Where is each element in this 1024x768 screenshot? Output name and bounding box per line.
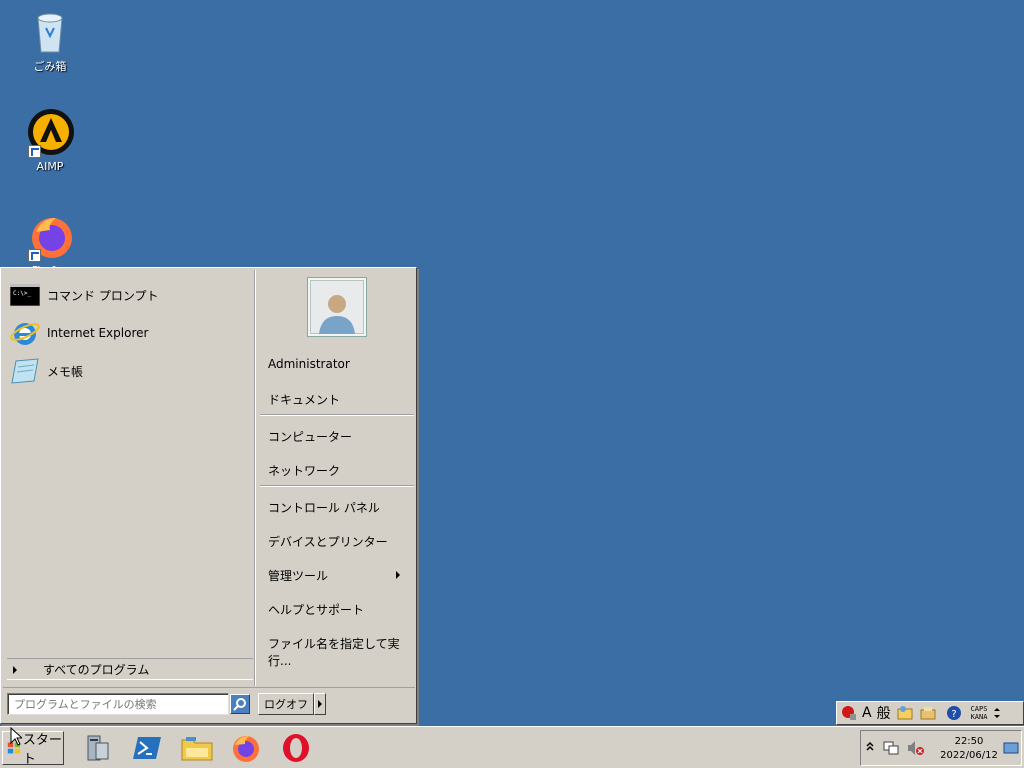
powershell-icon [133,737,161,759]
menu-item-network[interactable]: ネットワーク [268,462,340,479]
svg-text:C:\>_: C:\>_ [13,290,31,297]
menu-item-control-panel[interactable]: コントロール パネル [268,499,380,516]
menu-item-admin-tools[interactable]: 管理ツール [268,567,408,584]
show-hidden-icons-icon[interactable] [866,741,874,756]
start-menu-programs-pane: C:\>_ コマンド プロンプト Internet Explorer メモ帳 す… [3,270,254,686]
ime-icon[interactable] [841,705,857,721]
taskbar-server-manager[interactable] [80,731,114,765]
shortcut-arrow-icon [28,145,41,158]
admin-tools-label: 管理ツール [268,569,329,583]
arrow-right-icon [13,665,17,674]
menu-item-devices-printers[interactable]: デバイスとプリンター [268,533,388,550]
separator [260,414,414,416]
internet-explorer-icon [9,317,41,349]
logoff-button[interactable]: ログオフ [258,693,314,715]
aimp-label: AIMP [36,160,64,173]
shortcut-arrow-icon [28,249,41,262]
aimp-icon [26,108,74,158]
caps-label: CAPS [970,705,988,713]
input-mode-button[interactable]: A [862,705,872,721]
menu-item-documents[interactable]: ドキュメント [268,391,340,408]
menu-item-help-support[interactable]: ヘルプとサポート [268,601,364,618]
program-notepad[interactable]: メモ帳 [9,354,249,388]
program-label: コマンド プロンプト [47,288,159,303]
taskbar-firefox[interactable] [229,731,263,765]
menu-item-computer[interactable]: コンピューター [268,428,352,445]
language-bar-options-icon[interactable] [993,706,1001,720]
submenu-arrow-icon [396,571,400,579]
ime-pad-icon[interactable] [896,705,914,721]
all-programs-label: すべてのプログラム [43,663,150,677]
search-input[interactable] [7,693,229,715]
menu-item-run[interactable]: ファイル名を指定して実行... [268,635,415,669]
firefox-icon [233,736,259,762]
file-explorer-icon [181,737,213,761]
server-manager-icon [87,735,109,761]
taskbar-file-explorer[interactable] [180,731,214,765]
caps-kana-indicator: CAPS KANA [971,705,988,721]
language-bar: A 般 ? CAPS KANA [836,701,1024,725]
clock[interactable]: 22:50 2022/06/12 [937,735,1001,763]
clock-time: 22:50 [954,736,984,747]
search-button[interactable] [230,694,250,714]
menu-item-user[interactable]: Administrator [268,357,350,371]
separator [260,485,414,487]
command-prompt-icon: C:\>_ [9,279,41,311]
firefox-icon [26,212,74,262]
program-label: メモ帳 [47,364,84,379]
show-desktop-icon[interactable] [1003,742,1019,757]
mouse-cursor-icon [10,727,22,746]
user-avatar-icon [319,295,355,334]
all-programs-button[interactable]: すべてのプログラム [7,658,253,680]
start-menu: C:\>_ コマンド プロンプト Internet Explorer メモ帳 す… [0,267,417,724]
start-menu-places-pane: Administrator ドキュメント コンピューター ネットワーク コントロ… [255,270,415,686]
ime-mode-button[interactable]: 般 [877,703,891,723]
help-label: ? [951,709,956,720]
ime-tools-icon[interactable] [919,705,937,721]
start-label: スタート [22,733,62,767]
program-label: Internet Explorer [47,326,149,340]
opera-icon [283,734,309,762]
user-picture[interactable] [308,278,366,336]
program-internet-explorer[interactable]: Internet Explorer [9,316,249,350]
desktop-icon-recycle-bin[interactable]: ごみ箱 [12,6,88,74]
clock-date: 2022/06/12 [940,750,998,761]
kana-label: KANA [970,713,988,721]
notification-area: 22:50 2022/06/12 [860,730,1022,766]
start-menu-bottom-bar: ログオフ [3,687,415,723]
recycle-bin-label: ごみ箱 [33,60,67,73]
recycle-bin-icon [26,6,74,54]
help-button[interactable]: ? [946,705,962,721]
notepad-icon [9,355,41,387]
network-icon[interactable] [883,740,899,759]
desktop-icon-aimp[interactable]: AIMP [12,108,88,173]
logoff-options-button[interactable] [314,693,326,715]
taskbar-opera[interactable] [279,731,313,765]
program-command-prompt[interactable]: C:\>_ コマンド プロンプト [9,278,249,312]
volume-muted-icon[interactable] [907,740,925,759]
taskbar-powershell[interactable] [130,731,164,765]
taskbar: スタート 22:50 2022/06/12 [0,726,1024,768]
search-icon [233,698,246,711]
arrow-right-icon [318,700,322,708]
